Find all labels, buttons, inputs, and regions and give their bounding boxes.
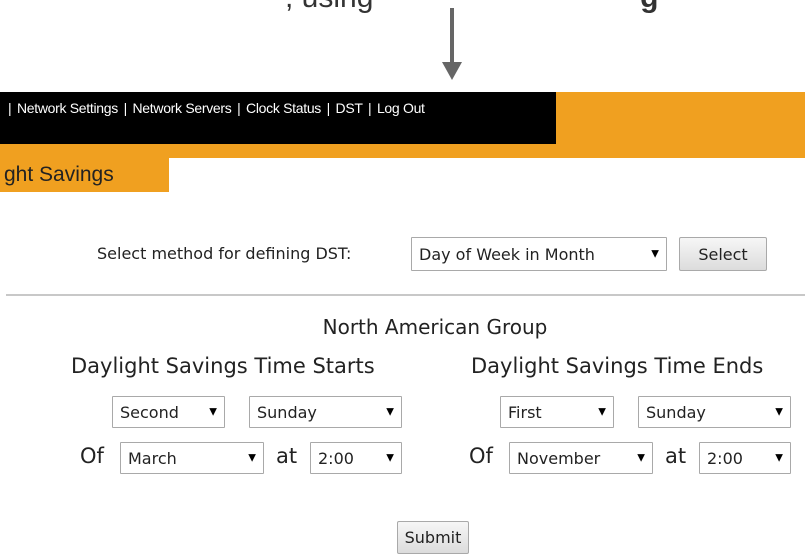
nav-separator: | [237,100,241,116]
down-arrow-shaft [450,8,454,66]
dst-start-week-select[interactable]: Second ▼ [112,396,225,428]
nav-separator: | [368,100,372,116]
dst-start-heading: Daylight Savings Time Starts [71,354,375,378]
top-caption-text: , using [285,0,373,14]
select-button[interactable]: Select [679,237,767,271]
nav-log-out[interactable]: Log Out [377,100,425,116]
down-arrow-icon [442,62,462,80]
dst-end-week-select[interactable]: First ▼ [500,396,614,428]
nav-separator: | [326,100,331,116]
dst-end-day-dropdown[interactable]: Sunday [638,396,791,428]
nav-network-settings[interactable]: Network Settings [17,100,118,116]
nav-bar: | Network Settings | Network Servers | C… [0,92,556,144]
dst-end-week-dropdown[interactable]: First [500,396,614,428]
dst-method-label: Select method for defining DST: [97,244,352,263]
dst-start-month-select[interactable]: March ▼ [120,442,264,474]
dst-end-month-select[interactable]: November ▼ [509,442,653,474]
top-caption: , using g [285,0,658,15]
group-title: North American Group [322,315,548,339]
nav-separator: | [8,100,12,116]
dst-end-of-label: Of [469,444,493,468]
page-title: ght Savings [4,163,114,186]
dst-start-month-dropdown[interactable]: March [120,442,264,474]
dst-method-select[interactable]: Day of Week in Month ▼ [411,237,667,271]
dst-start-day-select[interactable]: Sunday ▼ [249,396,402,428]
dst-start-of-label: Of [80,444,104,468]
top-caption-bold: g [640,0,658,14]
dst-start-time-dropdown[interactable]: 2:00 [310,442,402,474]
divider [6,294,805,296]
nav-dst[interactable]: DST [336,100,363,116]
dst-end-at-label: at [665,444,687,468]
dst-start-time-select[interactable]: 2:00 ▼ [310,442,402,474]
dst-end-time-select[interactable]: 2:00 ▼ [699,442,791,474]
dst-start-week-dropdown[interactable]: Second [112,396,225,428]
submit-button[interactable]: Submit [397,521,469,554]
dst-end-heading: Daylight Savings Time Ends [471,354,764,378]
nav-separator: | [123,100,128,116]
dst-end-time-dropdown[interactable]: 2:00 [699,442,791,474]
nav-clock-status[interactable]: Clock Status [246,100,321,116]
dst-method-dropdown[interactable]: Day of Week in Month [411,237,667,271]
dst-start-at-label: at [276,444,298,468]
nav-network-servers[interactable]: Network Servers [133,100,232,116]
dst-end-month-dropdown[interactable]: November [509,442,653,474]
dst-end-day-select[interactable]: Sunday ▼ [638,396,791,428]
dst-start-day-dropdown[interactable]: Sunday [249,396,402,428]
